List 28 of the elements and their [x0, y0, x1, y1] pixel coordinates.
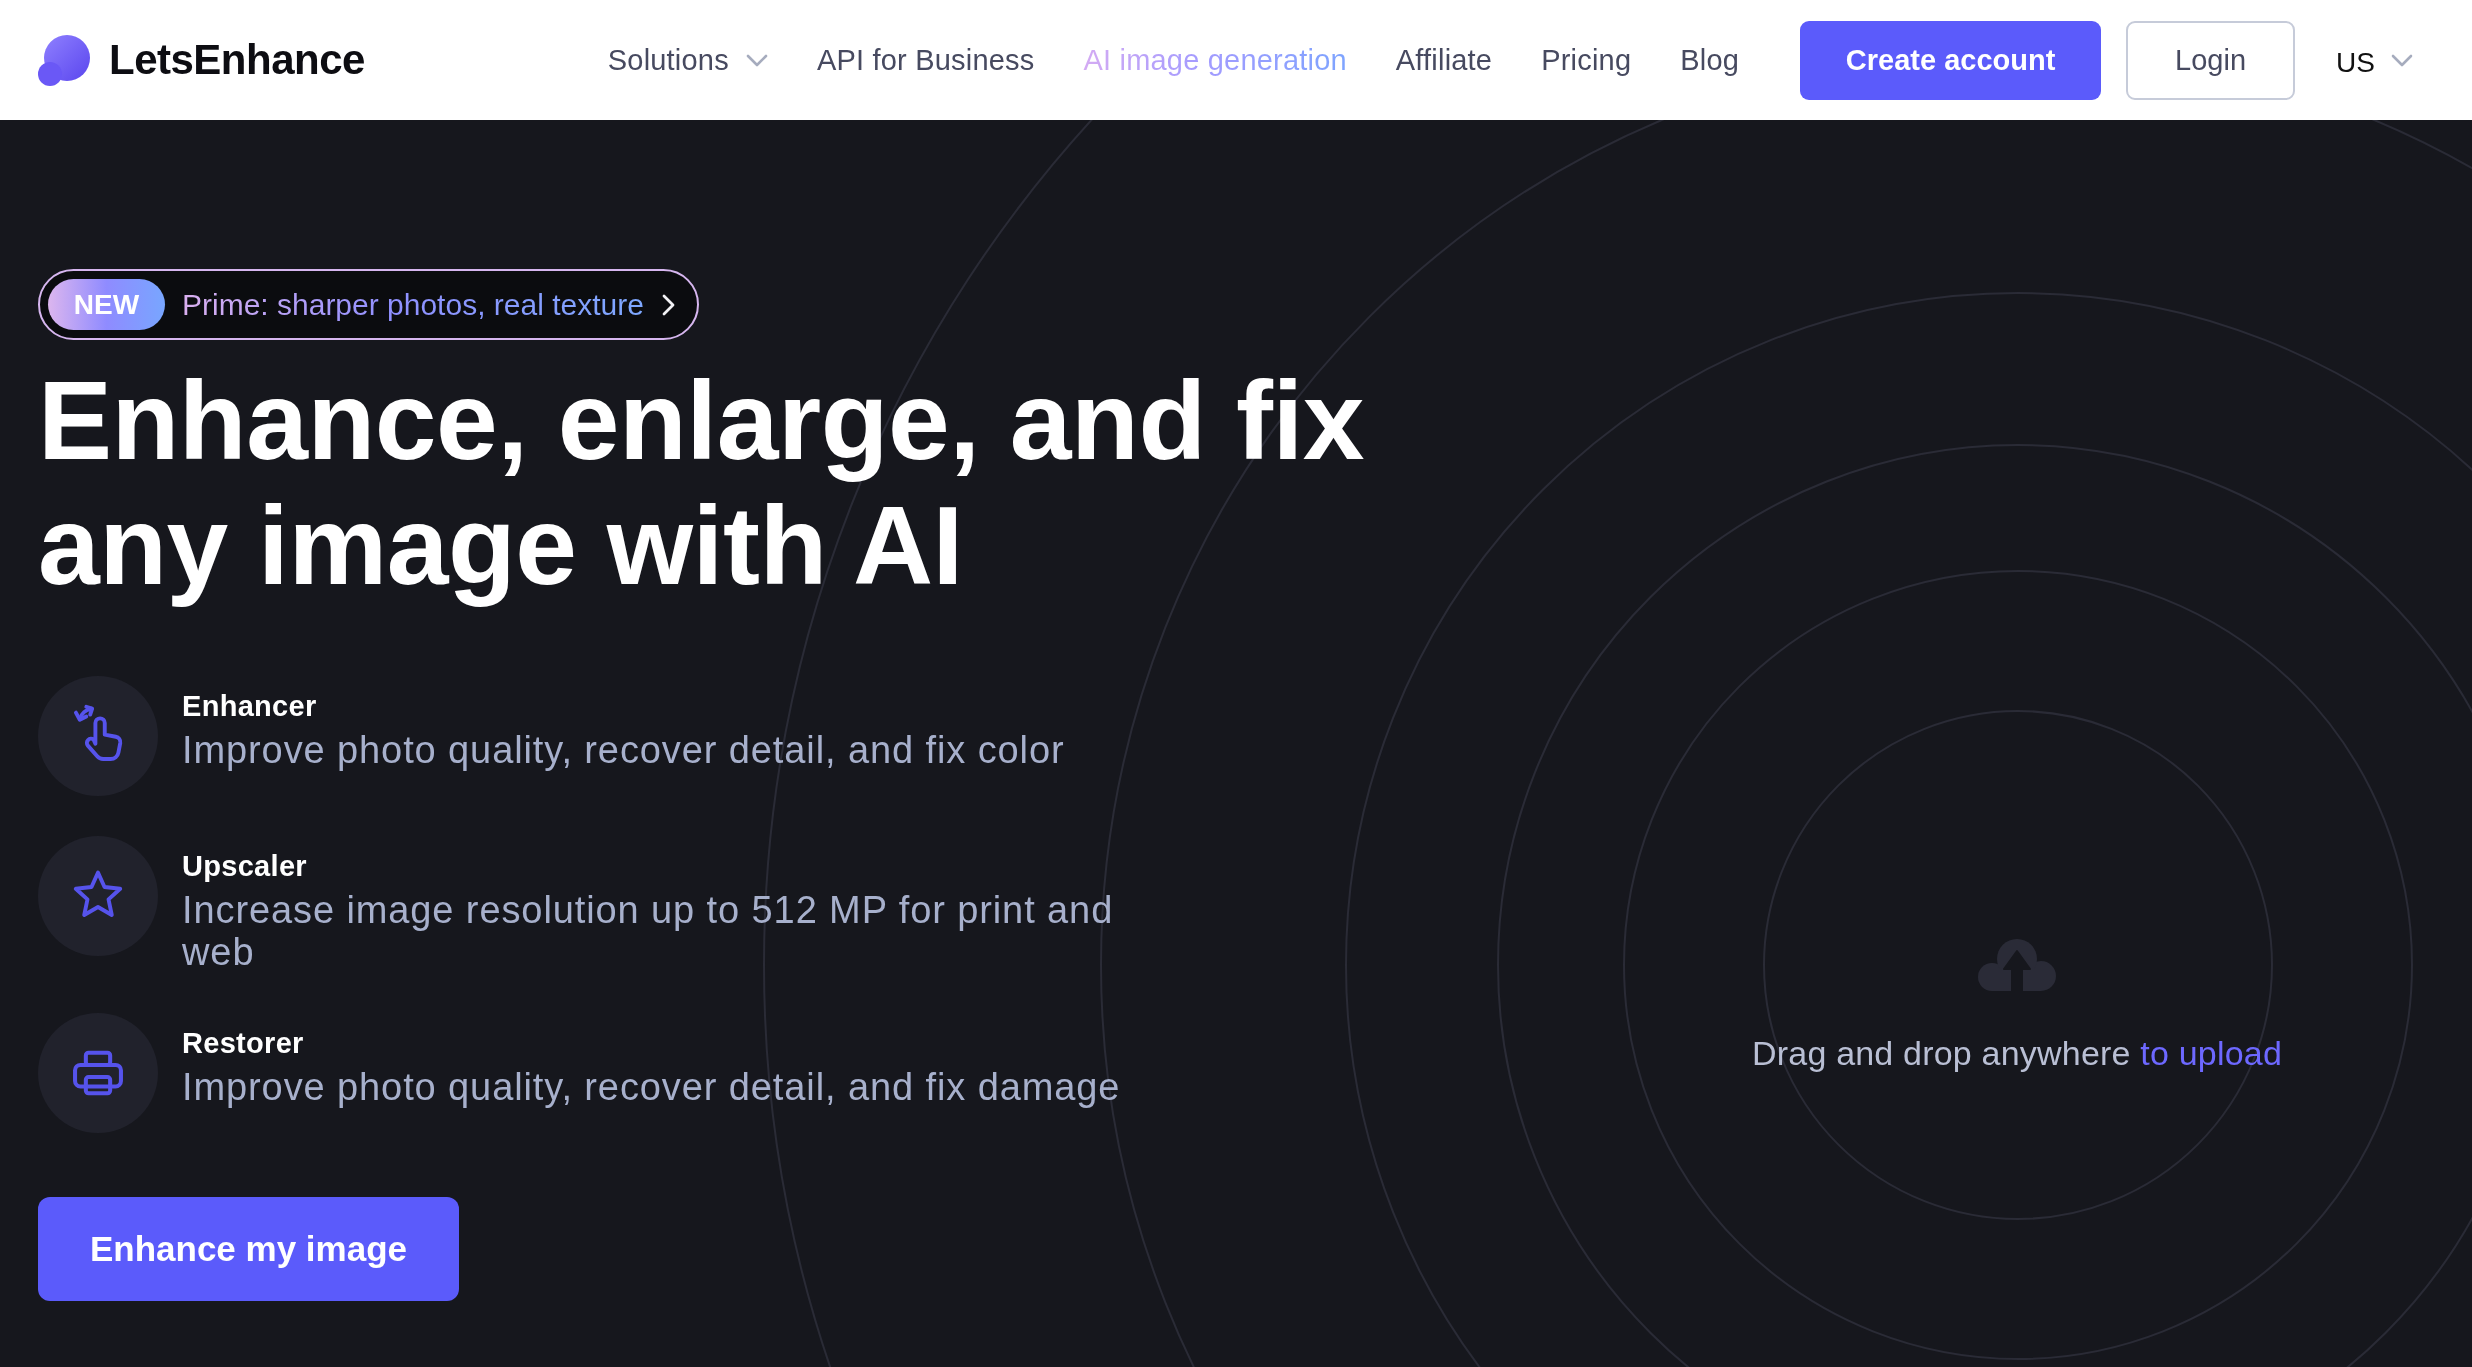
tap-gesture-icon	[38, 676, 158, 796]
enhance-button[interactable]: Enhance my image	[38, 1197, 459, 1301]
region-selector[interactable]: US	[2336, 41, 2413, 79]
feature-title: Restorer	[182, 1026, 305, 1060]
create-account-button[interactable]: Create account	[1800, 20, 2102, 100]
feature-title: Enhancer	[182, 689, 318, 723]
new-tag: NEW	[48, 279, 165, 330]
upload-link[interactable]: to upload	[2140, 1034, 2282, 1072]
feature-title: Upscaler	[182, 849, 308, 883]
feature-description: Improve photo quality, recover detail, and fix damage	[182, 1066, 1121, 1108]
chevron-down-icon	[745, 53, 768, 67]
printer-icon	[38, 1013, 158, 1133]
upload-cloud-icon	[1978, 939, 2056, 991]
hero-heading: Enhance, enlarge, and fix any image with AI	[38, 359, 1366, 609]
solutions-menu[interactable]: Solutions	[607, 43, 768, 77]
logo-icon[interactable]	[38, 33, 90, 87]
nav-link[interactable]: API for Business	[816, 43, 1035, 77]
nav-link[interactable]: Pricing	[1541, 43, 1632, 77]
feature-description: Increase image resolution up to 512 MP for print and web	[182, 889, 1115, 973]
login-button[interactable]: Login	[2126, 20, 2296, 100]
brand-name[interactable]: LetsEnhance	[109, 36, 365, 84]
feature-description: Improve photo quality, recover detail, and fix color	[182, 729, 1065, 771]
chevron-down-icon	[2391, 53, 2413, 67]
nav-link[interactable]: Affiliate	[1395, 43, 1493, 77]
upload-hint: Drag and drop anywhere to upload	[1752, 1033, 2282, 1073]
nav-link[interactable]: Blog	[1680, 43, 1740, 77]
chevron-right-icon	[661, 293, 675, 316]
announcement-badge[interactable]: NEW Prime: sharper photos, real texture	[38, 269, 699, 340]
